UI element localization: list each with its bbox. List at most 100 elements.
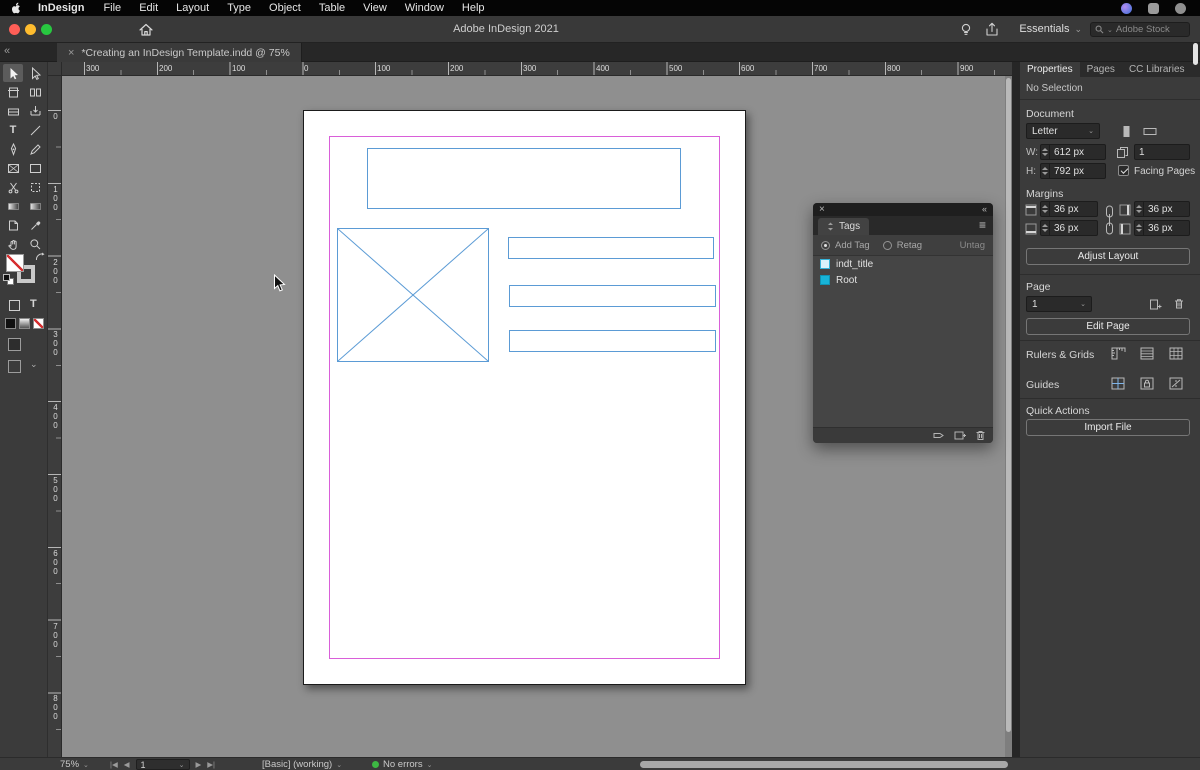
height-field[interactable]: 792 px <box>1040 163 1106 179</box>
tags-autotag-icon[interactable] <box>933 430 945 441</box>
screen-mode-button[interactable] <box>8 360 21 373</box>
free-transform-tool[interactable] <box>25 178 45 196</box>
share-icon[interactable] <box>984 22 1000 37</box>
canvas-horizontal-scrollbar-thumb[interactable] <box>640 761 1008 768</box>
zoom-level-select[interactable]: 75% ⌄ <box>60 758 89 770</box>
text-frame-3[interactable] <box>509 330 716 352</box>
menu-type[interactable]: Type <box>218 0 260 16</box>
formatting-affects-text-button[interactable]: T <box>30 298 37 310</box>
previous-page-button[interactable]: ◀ <box>124 760 130 769</box>
text-frame-header[interactable] <box>367 148 681 209</box>
add-tag-label[interactable]: Add Tag <box>835 240 870 251</box>
menu-layout[interactable]: Layout <box>167 0 218 16</box>
pen-tool[interactable] <box>3 140 23 158</box>
retag-radio[interactable] <box>883 241 892 250</box>
apple-menu-icon[interactable] <box>10 2 22 14</box>
add-tag-radio[interactable] <box>821 241 830 250</box>
gradient-swatch-tool[interactable] <box>3 197 23 215</box>
preflight-status[interactable]: No errors ⌄ <box>372 758 432 770</box>
page-tool[interactable] <box>3 83 23 101</box>
tab-pages[interactable]: Pages <box>1080 62 1122 77</box>
document-page[interactable] <box>303 110 746 685</box>
document-tab[interactable]: × *Creating an InDesign Template.indd @ … <box>57 43 302 62</box>
adjust-layout-button[interactable]: Adjust Layout <box>1026 248 1190 265</box>
first-page-button[interactable]: |◀ <box>110 760 118 769</box>
document-grid-button[interactable] <box>1166 345 1186 361</box>
tab-close-icon[interactable]: × <box>68 47 74 59</box>
gap-tool[interactable] <box>25 83 45 101</box>
tag-list-item[interactable]: Root <box>813 272 993 288</box>
gradient-feather-tool[interactable] <box>25 197 45 215</box>
menu-table[interactable]: Table <box>310 0 354 16</box>
screen-mode-chevron-icon[interactable]: ⌄ <box>30 359 38 370</box>
show-guides-button[interactable] <box>1108 375 1128 391</box>
current-page-select[interactable]: 1 ⌄ <box>1026 296 1092 312</box>
control-center-icon[interactable] <box>1148 3 1159 14</box>
page-size-select[interactable]: Letter ⌄ <box>1026 123 1100 139</box>
zoom-tool[interactable] <box>25 235 45 253</box>
horizontal-ruler[interactable]: 300 200 100 0 100 200 300 400 500 600 70… <box>62 62 1012 76</box>
margin-top-field[interactable]: 36 px <box>1040 201 1098 217</box>
smart-guides-button[interactable] <box>1166 375 1186 391</box>
tags-panel-tab[interactable]: Tags <box>818 218 869 235</box>
learn-lightbulb-icon[interactable] <box>958 22 974 37</box>
image-frame-placeholder[interactable] <box>337 228 489 362</box>
edit-page-button[interactable]: Edit Page <box>1026 318 1190 335</box>
vertical-ruler[interactable]: 0 100 200 300 400 500 600 700 800 <box>48 76 62 757</box>
canvas-vertical-scrollbar[interactable] <box>1005 76 1012 757</box>
apply-color-button[interactable] <box>5 318 16 329</box>
last-page-button[interactable]: ▶| <box>207 760 215 769</box>
content-collector-tool[interactable] <box>3 102 23 120</box>
orientation-landscape-button[interactable] <box>1141 123 1159 139</box>
tags-panel-menu-icon[interactable]: ≡ <box>979 218 986 232</box>
menubar-status-icon[interactable] <box>1175 3 1186 14</box>
margin-bottom-field[interactable]: 36 px <box>1040 220 1098 236</box>
selection-tool[interactable] <box>3 64 23 82</box>
tag-list-item[interactable]: indt_title <box>813 256 993 272</box>
text-frame-1[interactable] <box>508 237 714 259</box>
baseline-grid-button[interactable] <box>1137 345 1157 361</box>
next-page-button[interactable]: ▶ <box>196 760 202 769</box>
height-stepper[interactable] <box>1041 164 1050 178</box>
view-options-button[interactable] <box>8 338 21 351</box>
text-frame-2[interactable] <box>509 285 716 307</box>
menu-view[interactable]: View <box>354 0 396 16</box>
pencil-tool[interactable] <box>25 140 45 158</box>
apply-gradient-button[interactable] <box>19 318 30 329</box>
dock-scrollbar-thumb[interactable] <box>1193 43 1198 65</box>
note-tool[interactable] <box>3 216 23 234</box>
facing-pages-checkbox[interactable] <box>1118 165 1129 176</box>
width-stepper[interactable] <box>1041 145 1050 159</box>
direct-selection-tool[interactable] <box>25 64 45 82</box>
siri-icon[interactable] <box>1121 3 1132 14</box>
content-placer-tool[interactable] <box>25 102 45 120</box>
collapse-chevrons-icon[interactable]: « <box>4 45 10 57</box>
tags-new-tag-icon[interactable] <box>954 430 966 441</box>
tags-panel-collapse-icon[interactable]: « <box>982 203 987 216</box>
rectangle-tool[interactable] <box>25 159 45 177</box>
tags-delete-icon[interactable] <box>975 430 986 441</box>
tags-panel-close-icon[interactable]: × <box>819 203 825 216</box>
page-number-select[interactable]: 1 ⌄ <box>136 759 190 770</box>
eyedropper-tool[interactable] <box>25 216 45 234</box>
menu-file[interactable]: File <box>94 0 130 16</box>
formatting-affects-container-button[interactable] <box>9 300 20 311</box>
canvas-vscroll-thumb[interactable] <box>1006 78 1011 732</box>
fill-swatch[interactable] <box>6 254 24 272</box>
preflight-profile-select[interactable]: [Basic] (working) ⌄ <box>262 758 342 770</box>
rectangle-frame-tool[interactable] <box>3 159 23 177</box>
tags-panel-titlebar[interactable]: × « <box>813 203 993 216</box>
ruler-origin-corner[interactable] <box>48 62 62 76</box>
swap-fill-stroke-icon[interactable] <box>35 252 45 262</box>
tab-cc-libraries[interactable]: CC Libraries <box>1122 62 1192 77</box>
scissors-tool[interactable] <box>3 178 23 196</box>
margins-link-icon[interactable] <box>1104 203 1114 237</box>
show-rulers-button[interactable] <box>1108 345 1128 361</box>
hand-tool[interactable] <box>3 235 23 253</box>
menu-object[interactable]: Object <box>260 0 310 16</box>
menu-edit[interactable]: Edit <box>130 0 167 16</box>
default-fill-swatch-icon[interactable] <box>3 274 10 281</box>
menu-indesign[interactable]: InDesign <box>28 0 94 16</box>
apply-none-button[interactable] <box>33 318 44 329</box>
type-tool[interactable]: T <box>3 121 23 139</box>
